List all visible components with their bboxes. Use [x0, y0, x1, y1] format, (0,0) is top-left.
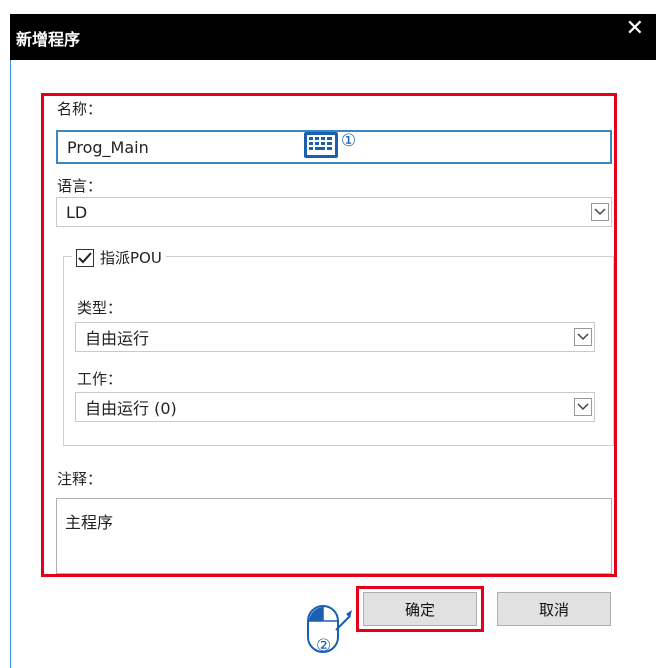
chevron-down-icon[interactable] [574, 398, 592, 416]
chevron-down-icon[interactable] [591, 203, 609, 221]
language-value: LD [66, 202, 88, 222]
comment-textarea[interactable]: 主程序 [56, 498, 612, 574]
dialog-title: 新增程序 [16, 30, 81, 49]
new-program-dialog: 新增程序 ✕ 名称： Prog_Main ① 语言： LD 指派POU 类型： … [0, 0, 656, 668]
ok-button[interactable]: 确定 [363, 592, 477, 626]
name-value: Prog_Main [67, 137, 149, 157]
type-label: 类型： [77, 299, 123, 317]
step2-marker: ② [316, 636, 332, 656]
dialog-titlebar: 新增程序 ✕ [10, 14, 656, 60]
cancel-button[interactable]: 取消 [497, 592, 611, 626]
cancel-button-label: 取消 [538, 600, 569, 619]
checkmark-icon [78, 251, 92, 263]
name-label: 名称： [57, 100, 103, 118]
keyboard-icon [304, 132, 338, 158]
comment-label: 注释： [57, 470, 103, 488]
dialog-left-border [10, 60, 11, 668]
close-icon[interactable]: ✕ [626, 18, 644, 40]
comment-value: 主程序 [65, 513, 114, 532]
assign-pou-legend: 指派POU [72, 247, 166, 268]
type-select[interactable]: 自由运行 [75, 322, 595, 352]
language-select[interactable]: LD [56, 197, 612, 227]
chevron-down-icon[interactable] [574, 328, 592, 346]
ok-button-label: 确定 [404, 600, 435, 619]
task-select[interactable]: 自由运行 (0) [75, 392, 595, 422]
step1-marker: ① [341, 131, 357, 151]
language-label: 语言： [57, 177, 103, 195]
assign-pou-label: 指派POU [100, 249, 162, 267]
task-value: 自由运行 (0) [85, 399, 177, 418]
type-value: 自由运行 [85, 329, 150, 348]
assign-pou-checkbox[interactable] [76, 248, 94, 267]
task-label: 工作： [77, 370, 123, 388]
